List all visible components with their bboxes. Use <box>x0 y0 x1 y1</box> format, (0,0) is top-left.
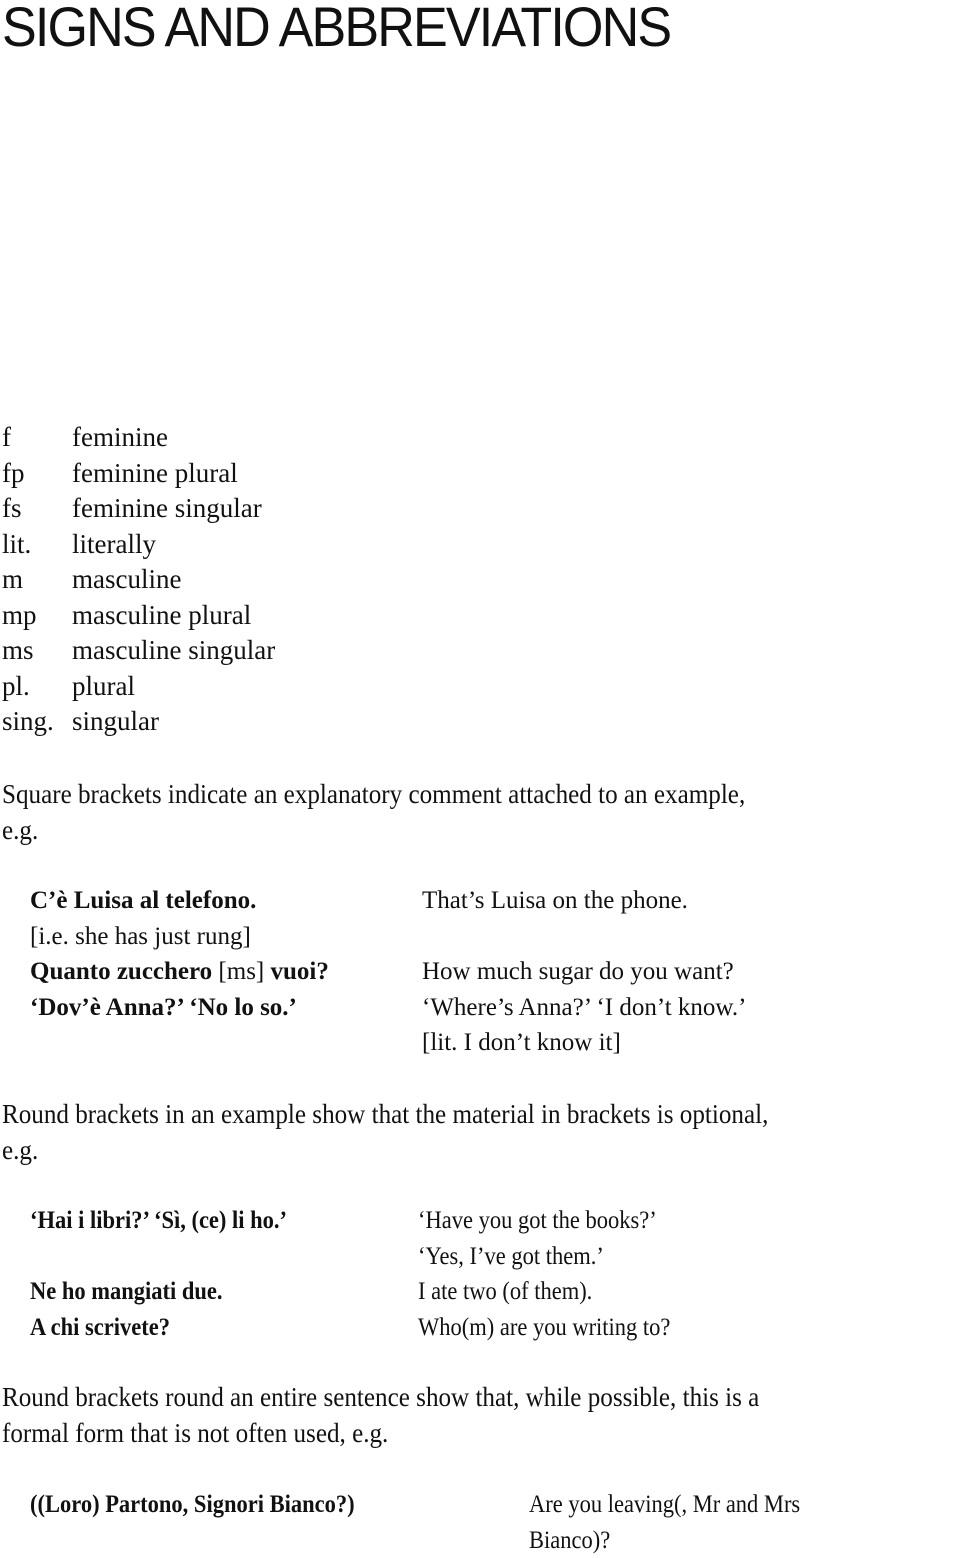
abbreviation-meaning: literally <box>72 527 156 563</box>
abbreviation-meaning: masculine plural <box>72 598 251 634</box>
italian-example: vuoi? <box>271 958 329 985</box>
abbreviation: pl. <box>2 669 72 705</box>
english-translation: How much sugar do you want? <box>422 954 746 990</box>
abbreviation-row: lit.literally <box>2 527 275 563</box>
round-brackets-english-examples: ‘Have you got the books?’ ‘Yes, I’ve got… <box>418 1203 670 1345</box>
abbreviation: fp <box>2 456 72 492</box>
abbreviation-meaning: feminine <box>72 420 168 456</box>
english-translation: ‘Have you got the books?’ <box>418 1203 670 1239</box>
abbreviation-row: mpmasculine plural <box>2 598 275 634</box>
explanatory-note: [i.e. she has just rung] <box>30 919 329 955</box>
italian-example: ‘Dov’è Anna?’ ‘No lo so.’ <box>30 994 297 1021</box>
abbreviation-row: pl.plural <box>2 669 275 705</box>
abbreviation-row: ffeminine <box>2 420 275 456</box>
abbreviation: fs <box>2 491 72 527</box>
english-translation: Are you leaving(, Mr and Mrs <box>529 1487 800 1523</box>
round-brackets-intro: Round brackets in an example show that t… <box>2 1097 895 1168</box>
page-title: SIGNS AND ABBREVIATIONS <box>2 0 670 59</box>
abbreviation-row: fpfeminine plural <box>2 456 275 492</box>
literal-note: [lit. I don’t know it] <box>422 1025 746 1061</box>
abbreviation: f <box>2 420 72 456</box>
square-brackets-intro: Square brackets indicate an explanatory … <box>2 777 895 848</box>
abbreviation-list: ffeminine fpfeminine plural fsfeminine s… <box>2 420 275 740</box>
square-brackets-italian-examples: C’è Luisa al telefono. [i.e. she has jus… <box>30 883 329 1025</box>
english-translation: That’s Luisa on the phone. <box>422 883 746 919</box>
italian-example: C’è Luisa al telefono. <box>30 887 256 914</box>
intro-line: e.g. <box>2 813 895 849</box>
english-translation: ‘Yes, I’ve got them.’ <box>418 1239 670 1275</box>
explanatory-note: [ms] <box>218 958 264 985</box>
round-sentence-italian-example: ((Loro) Partono, Signori Bianco?) <box>30 1487 355 1523</box>
english-translation: ‘Where’s Anna?’ ‘I don’t know.’ <box>422 990 746 1026</box>
abbreviation-meaning: feminine plural <box>72 456 238 492</box>
abbreviation: ms <box>2 633 72 669</box>
abbreviation-row: fsfeminine singular <box>2 491 275 527</box>
square-brackets-english-examples: That’s Luisa on the phone. How much suga… <box>422 883 746 1061</box>
abbreviation: lit. <box>2 527 72 563</box>
english-translation: Bianco)? <box>529 1523 800 1558</box>
italian-example: A chi scrivete? <box>30 1314 170 1341</box>
abbreviation-row: msmasculine singular <box>2 633 275 669</box>
round-sentence-english-example: Are you leaving(, Mr and Mrs Bianco)? <box>529 1487 800 1558</box>
round-sentence-intro: Round brackets round an entire sentence … <box>2 1380 895 1451</box>
abbreviation: sing. <box>2 704 72 740</box>
abbreviation: mp <box>2 598 72 634</box>
abbreviation-row: sing.singular <box>2 704 275 740</box>
abbreviation-meaning: plural <box>72 669 135 705</box>
abbreviation-meaning: singular <box>72 704 159 740</box>
intro-line: formal form that is not often used, e.g. <box>2 1416 895 1452</box>
italian-example: Quanto zucchero <box>30 958 212 985</box>
english-translation: Who(m) are you writing to? <box>418 1310 670 1346</box>
abbreviation-meaning: feminine singular <box>72 491 262 527</box>
intro-line: e.g. <box>2 1133 895 1169</box>
round-brackets-italian-examples: ‘Hai i libri?’ ‘Sì, (ce) li ho.’ Ne ho m… <box>30 1203 287 1345</box>
abbreviation-row: mmasculine <box>2 562 275 598</box>
abbreviation-meaning: masculine <box>72 562 181 598</box>
intro-line: Square brackets indicate an explanatory … <box>2 777 895 813</box>
intro-line: Round brackets in an example show that t… <box>2 1097 895 1133</box>
english-translation: I ate two (of them). <box>418 1274 670 1310</box>
abbreviation-meaning: masculine singular <box>72 633 275 669</box>
italian-example: ‘Hai i libri?’ ‘Sì, (ce) li ho.’ <box>30 1207 287 1234</box>
abbreviation: m <box>2 562 72 598</box>
intro-line: Round brackets round an entire sentence … <box>2 1380 895 1416</box>
italian-example: Ne ho mangiati due. <box>30 1278 223 1305</box>
italian-example: ((Loro) Partono, Signori Bianco?) <box>30 1491 355 1518</box>
